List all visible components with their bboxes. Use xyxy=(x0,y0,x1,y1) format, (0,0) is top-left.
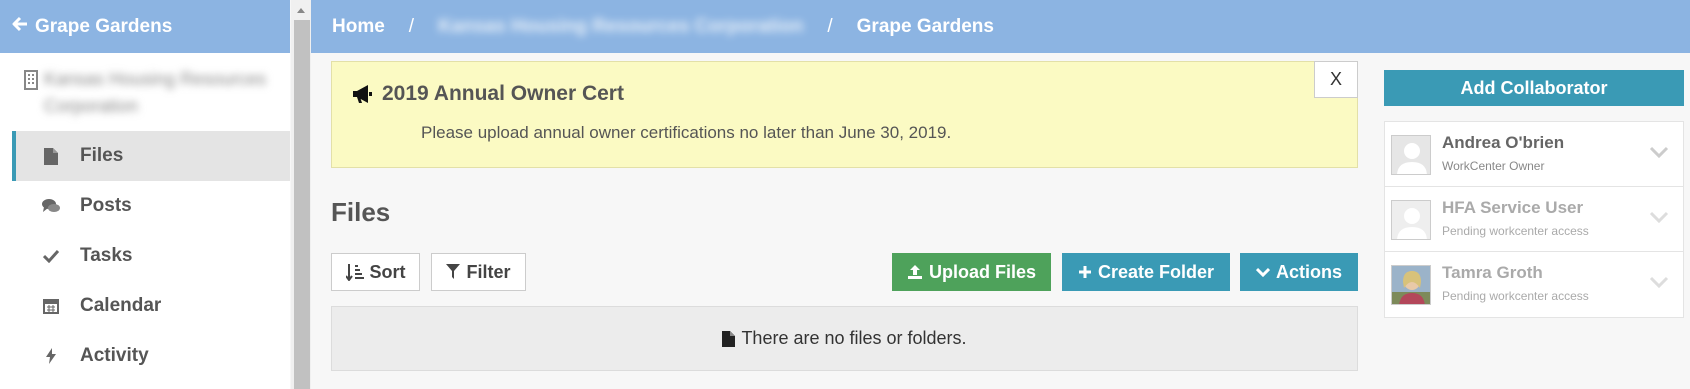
breadcrumb-separator: / xyxy=(408,15,415,37)
actions-dropdown-button[interactable]: Actions xyxy=(1240,253,1358,291)
announcement-title: 2019 Annual Owner Cert xyxy=(352,82,624,106)
upload-files-label: Upload Files xyxy=(928,261,1036,282)
collaborator-list: Andrea O'brien WorkCenter Owner HFA Serv… xyxy=(1384,121,1684,318)
announcement-banner: 2019 Annual Owner Cert Please upload ann… xyxy=(331,61,1358,168)
upload-icon xyxy=(907,265,922,279)
bolt-icon xyxy=(42,347,60,365)
collaborator-name: Andrea O'brien xyxy=(1442,133,1565,152)
sort-button[interactable]: Sort xyxy=(331,253,420,291)
organization: Kansas Housing Resources Corporation xyxy=(24,66,274,120)
arrow-left-icon xyxy=(12,16,28,37)
sidebar-nav: Files Posts Tasks Calendar Activity xyxy=(12,131,290,381)
avatar xyxy=(1391,200,1431,240)
chevron-down-icon xyxy=(1255,267,1270,277)
collaborator-item[interactable]: HFA Service User Pending workcenter acce… xyxy=(1385,187,1683,252)
sidebar-item-label: Tasks xyxy=(80,245,133,266)
collaborator-name: HFA Service User xyxy=(1442,198,1584,217)
calendar-icon xyxy=(42,297,60,315)
chevron-down-icon[interactable] xyxy=(1649,146,1669,158)
collaborator-role: Pending workcenter access xyxy=(1442,224,1589,238)
empty-files-message: There are no files or folders. xyxy=(331,306,1358,371)
create-folder-button[interactable]: Create Folder xyxy=(1062,253,1230,291)
breadcrumb-separator: / xyxy=(827,15,833,37)
avatar xyxy=(1391,135,1431,175)
sidebar-item-label: Calendar xyxy=(80,295,162,316)
breadcrumb-organization[interactable]: Kansas Housing Resources Corporation xyxy=(438,16,803,38)
file-icon xyxy=(722,330,736,347)
file-icon xyxy=(42,147,60,165)
breadcrumb-home[interactable]: Home xyxy=(332,16,385,38)
sidebar-item-label: Files xyxy=(80,145,124,166)
add-collaborator-button[interactable]: Add Collaborator xyxy=(1384,70,1684,106)
breadcrumb: Home / Kansas Housing Resources Corporat… xyxy=(311,0,1690,53)
collaborator-name: Tamra Groth xyxy=(1442,263,1543,282)
sidebar-item-activity[interactable]: Activity xyxy=(12,331,290,381)
back-to-property-link[interactable]: Grape Gardens xyxy=(0,0,290,53)
collaborator-item[interactable]: Andrea O'brien WorkCenter Owner xyxy=(1385,122,1683,187)
sidebar-scrollbar[interactable] xyxy=(291,0,311,389)
filter-button[interactable]: Filter xyxy=(431,253,526,291)
sidebar-item-calendar[interactable]: Calendar xyxy=(12,281,290,331)
filter-label: Filter xyxy=(466,261,511,282)
close-banner-button[interactable]: X xyxy=(1314,61,1358,98)
announcement-message: Please upload annual owner certification… xyxy=(421,123,952,142)
chevron-down-icon[interactable] xyxy=(1649,211,1669,223)
plus-icon xyxy=(1078,266,1091,278)
announcement-title-text: 2019 Annual Owner Cert xyxy=(382,82,624,105)
sidebar-item-tasks[interactable]: Tasks xyxy=(12,231,290,281)
collaborator-role: WorkCenter Owner xyxy=(1442,159,1545,173)
actions-label: Actions xyxy=(1275,261,1342,282)
comments-icon xyxy=(42,197,60,215)
breadcrumb-current: Grape Gardens xyxy=(856,15,994,37)
collaborator-item[interactable]: Tamra Groth Pending workcenter access xyxy=(1385,252,1683,317)
page-title: Files xyxy=(331,197,391,227)
sort-label: Sort xyxy=(369,261,406,282)
create-folder-label: Create Folder xyxy=(1097,261,1215,282)
sidebar-item-files[interactable]: Files xyxy=(12,131,290,181)
sidebar: Grape Gardens Kansas Housing Resources C… xyxy=(0,0,290,389)
organization-name: Kansas Housing Resources Corporation xyxy=(44,69,267,116)
bullhorn-icon xyxy=(353,85,372,103)
upload-files-button[interactable]: Upload Files xyxy=(892,253,1051,291)
sidebar-item-label: Activity xyxy=(80,345,149,366)
sidebar-item-posts[interactable]: Posts xyxy=(12,181,290,231)
scroll-up-arrow-icon[interactable] xyxy=(291,0,311,20)
sidebar-item-label: Posts xyxy=(80,195,132,216)
filter-icon xyxy=(446,264,461,279)
collaborator-role: Pending workcenter access xyxy=(1442,289,1589,303)
empty-files-text: There are no files or folders. xyxy=(741,328,967,348)
back-link-label: Grape Gardens xyxy=(35,15,173,37)
chevron-down-icon[interactable] xyxy=(1649,276,1669,288)
sort-icon xyxy=(345,264,364,281)
avatar xyxy=(1391,265,1431,305)
building-icon xyxy=(24,70,38,90)
scrollbar-thumb[interactable] xyxy=(294,20,310,389)
check-icon xyxy=(42,247,60,265)
